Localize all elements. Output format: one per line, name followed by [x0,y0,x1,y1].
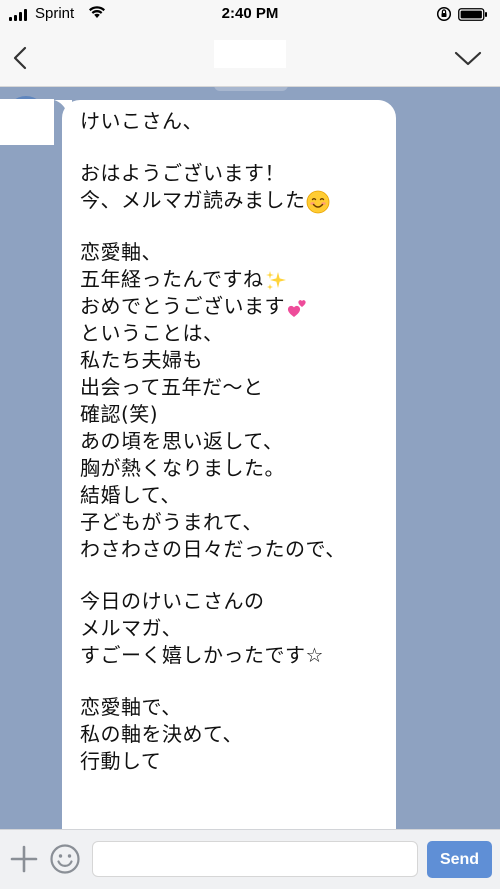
chevron-left-icon [13,46,27,70]
smiley-icon [50,844,80,874]
message-line: 私たち夫婦も [80,347,390,374]
message-line-text: 行動して [80,749,162,773]
message-line: 胸が熱くなりました。 [80,455,390,482]
message-line-text: わさわさの日々だったので、 [80,537,346,561]
back-button[interactable] [8,42,36,74]
message-line-text: 胸が熱くなりました。 [80,456,285,480]
message-line-text: 私たち夫婦も [80,348,203,372]
message-line-text: 出会って五年だ〜と [80,375,264,399]
two-hearts-icon [285,296,309,320]
chat-title [160,40,340,70]
message-line: 子どもがうまれて、 [80,509,390,536]
message-line-text: 五年経ったんですね [80,267,264,291]
message-line-text: けいこさん、 [80,109,203,133]
chevron-down-icon [454,51,482,66]
message-line: 恋愛軸、 [80,239,390,266]
message-line: 確認(笑) [80,401,390,428]
message-input[interactable] [92,841,418,877]
chat-area[interactable]: けいこさん、おはようございます！ 今、メルマガ読みました 恋愛軸、五年経ったんですね… [0,87,500,829]
smiling-face-icon [306,190,330,214]
message-line-text: あの頃を思い返して、 [80,429,284,453]
message-line-text: 私の軸を決めて、 [80,722,243,746]
date-pill [214,87,288,91]
message-line: 恋愛軸で、 [80,694,390,721]
battery-icon [458,8,487,21]
emoji-button[interactable] [49,843,81,875]
message-line: おはようございます！ [80,160,390,187]
message-line-text: 恋愛軸、 [80,240,162,264]
chat-screen: Sprint 2:40 PM けいこさん、 おはようございます！ 今、メルマガ読… [0,0,500,889]
message-line-text: おめでとうございます [80,294,285,318]
message-line-text: 今、メルマガ読みました [80,188,306,212]
message-line: あの頃を思い返して、 [80,428,390,455]
status-bar: Sprint 2:40 PM [0,0,500,30]
message-line: けいこさん、 [80,108,390,135]
message-line: ということは、 [80,320,390,347]
plus-icon [10,845,38,873]
message-line: 結婚して、 [80,482,390,509]
send-button[interactable]: Send [427,841,492,878]
add-attachment-button[interactable] [10,845,38,873]
message-line: おめでとうございます [80,293,390,320]
message-line-text: 今日のけいこさんの [80,589,265,613]
input-bar: Send [0,829,500,889]
message-line-text: 確認(笑) [80,402,159,426]
orientation-lock-icon [436,6,452,22]
message-line: 行動して [80,748,390,775]
message-line: わさわさの日々だったので、 [80,536,390,563]
message-line: 出会って五年だ〜と [80,374,390,401]
message-line-text: 結婚して、 [80,483,181,507]
message-text: けいこさん、おはようございます！ 今、メルマガ読みました 恋愛軸、五年経ったんですね… [80,108,390,775]
message-line-text: おはようございます！ [80,161,285,185]
message-line-text: 恋愛軸で、 [80,695,182,719]
message-line: 今日のけいこさんの [80,588,390,615]
status-time: 2:40 PM [221,5,279,22]
message-line: 五年経ったんですね [80,266,390,293]
message-line-text: メルマガ、 [80,616,183,640]
sparkles-icon [264,269,288,293]
redacted-avatar-block [0,99,54,145]
message-line: 私の軸を決めて、 [80,721,390,748]
chat-menu-button[interactable] [452,46,484,70]
message-line: メルマガ、 [80,615,390,642]
message-line: すごーく嬉しかったです☆ [80,642,390,669]
chat-header [0,30,500,87]
message-line: 今、メルマガ読みました [80,187,390,214]
message-line-text: ということは、 [80,321,224,345]
message-line-text: 子どもがうまれて、 [80,510,263,534]
message-line-text: すごーく嬉しかったです☆ [80,643,324,667]
